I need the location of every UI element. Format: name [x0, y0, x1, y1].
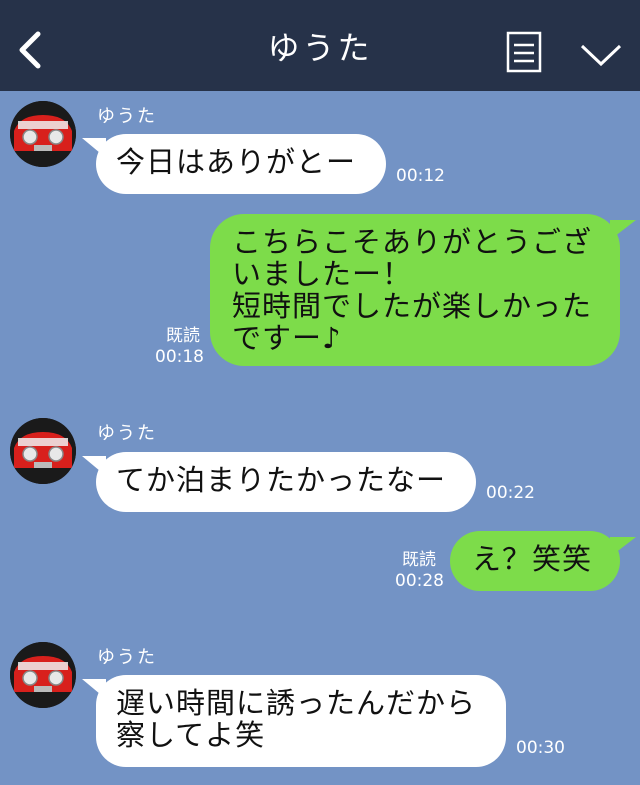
list-icon [506, 31, 542, 73]
avatar[interactable] [10, 101, 76, 167]
avatar[interactable] [10, 418, 76, 484]
back-button[interactable] [12, 28, 52, 72]
chat-header: ゆうた [0, 0, 640, 91]
incoming-message[interactable]: 今日はありがとー [82, 134, 386, 194]
menu-button[interactable] [506, 31, 542, 73]
read-status: 既読 [402, 550, 436, 570]
chevron-down-icon [580, 44, 622, 67]
message-time: 00:12 [396, 166, 445, 186]
sender-name: ゆうた [97, 423, 157, 444]
message-time: 00:28 [395, 571, 444, 591]
message-time: 00:22 [486, 483, 535, 503]
sender-name: ゆうた [97, 106, 157, 127]
message-time: 00:30 [516, 738, 565, 758]
incoming-message[interactable]: てか泊まりたかったなー [82, 452, 476, 512]
red-car-avatar-icon [10, 101, 76, 167]
message-time: 00:18 [155, 347, 204, 367]
avatar[interactable] [10, 642, 76, 708]
outgoing-message[interactable]: え？笑笑 [450, 531, 636, 591]
outgoing-message[interactable]: こちらこそありがとうございましたー！ 短時間でしたが楽しかったですー♪ [210, 214, 636, 366]
expand-button[interactable] [578, 40, 624, 70]
incoming-message[interactable]: 遅い時間に誘ったんだから 察してよ笑 [82, 675, 506, 767]
chevron-left-icon [19, 31, 41, 69]
chat-title: ゆうた [267, 29, 373, 67]
sender-name: ゆうた [97, 647, 157, 668]
red-car-avatar-icon [10, 642, 76, 708]
red-car-avatar-icon [10, 418, 76, 484]
read-status: 既読 [166, 326, 200, 346]
